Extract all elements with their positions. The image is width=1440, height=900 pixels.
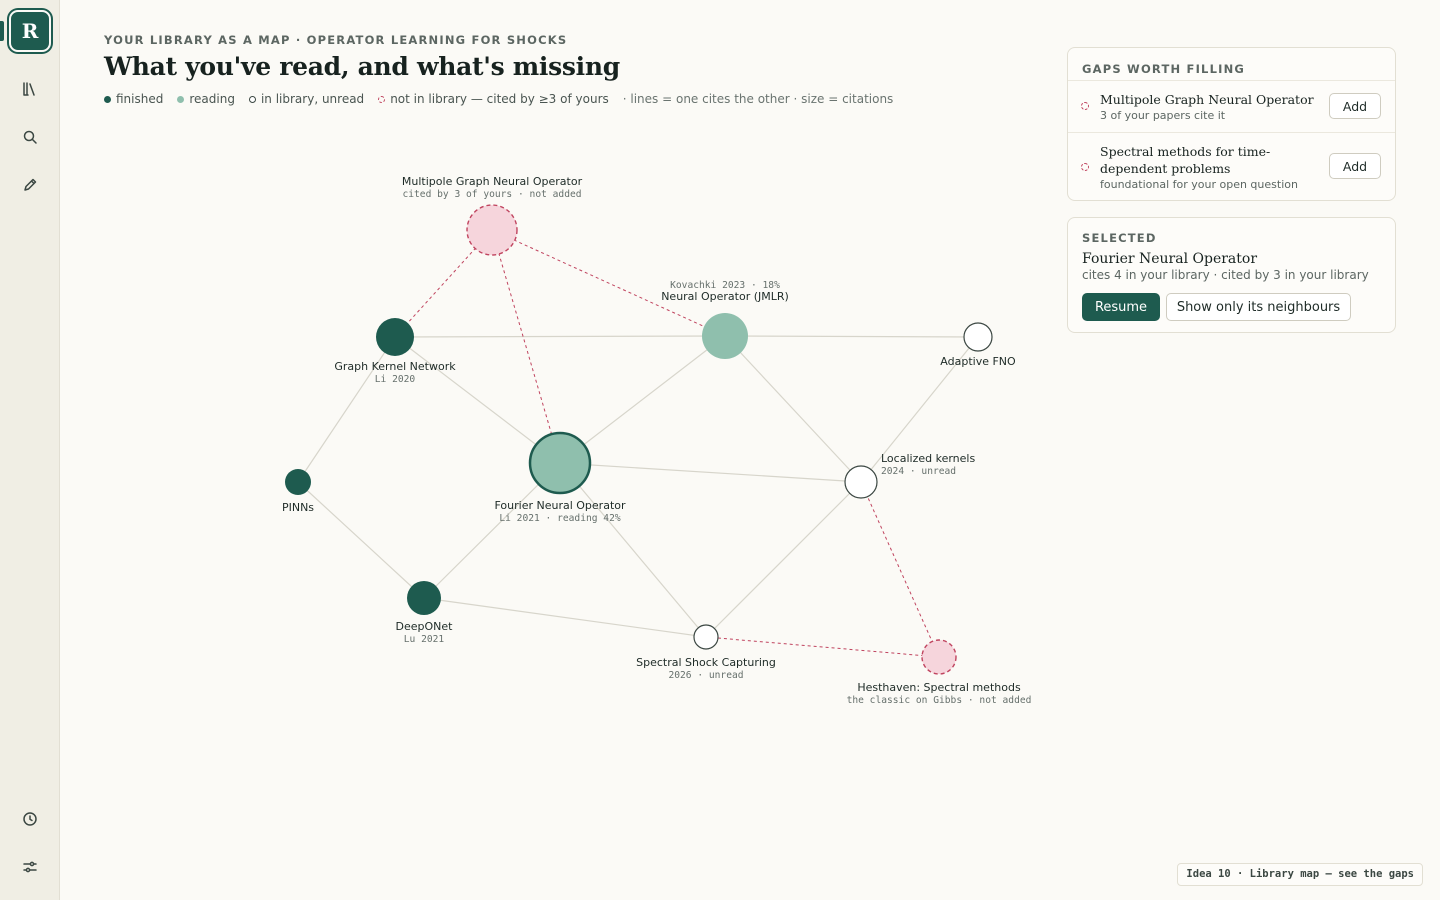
gaps-panel-title: GAPS WORTH FILLING [1082,62,1246,76]
selected-paper-stats: cites 4 in your library · cited by 3 in … [1082,268,1369,282]
idea-tag: Idea 10 · Library map — see the gaps [1177,863,1423,886]
node-meta: the classic on Gibbs · not added [846,694,1032,706]
graph-node-mgno[interactable] [466,204,518,256]
graph-node-deeponet[interactable] [407,581,441,615]
graph-node-ssc[interactable] [693,624,719,650]
selected-paper-name: Fourier Neural Operator [1082,251,1258,267]
graph-node-gkn[interactable] [376,318,414,356]
graph-node-lk[interactable] [844,465,878,499]
selected-panel: SELECTED Fourier Neural Operator cites 4… [1067,217,1396,333]
cite-edge-no-lk [724,335,862,483]
add-gap-button[interactable]: Add [1329,153,1381,179]
node-name: Adaptive FNO [940,355,1016,368]
node-name: Spectral Shock Capturing [636,656,776,669]
node-meta: 2024 · unread [881,465,957,477]
gaps-panel: GAPS WORTH FILLING Multipole Graph Neura… [1067,47,1396,201]
add-gap-button[interactable]: Add [1329,93,1381,119]
graph-nodes [285,204,993,675]
graph-node-label[interactable]: Multipole Graph Neural Operator cited by … [401,175,583,200]
node-name: Neural Operator (JMLR) [661,290,789,304]
gap-item-reason: foundational for your open question [1100,178,1298,191]
graph-node-label[interactable]: Adaptive FNO [940,355,1016,369]
library-graph: Multipole Graph Neural Operator cited by … [0,0,1060,900]
node-meta: cited by 3 of yours · not added [402,188,582,200]
missing-dashed-ring-icon [1081,163,1089,171]
graph-node-label[interactable]: Localized kernels 2024 · unread [881,452,976,477]
show-neighbours-button[interactable]: Show only its neighbours [1166,293,1351,321]
graph-canvas [285,204,993,675]
graph-node-no[interactable] [702,313,748,359]
graph-node-label[interactable]: Spectral Shock Capturing 2026 · unread [636,656,776,681]
cite-edge-fno-ssc [559,462,707,638]
cite-edge-lk-ssc [705,481,862,638]
gap-edge-lk-hest [860,481,940,658]
node-name: Fourier Neural Operator [494,499,626,512]
cite-edge-fno-lk [559,462,862,483]
node-name: DeepONet [395,620,453,633]
graph-node-label[interactable]: DeepONet Lu 2021 [395,620,453,645]
graph-node-label[interactable]: Fourier Neural Operator Li 2021 · reading… [494,499,626,524]
graph-node-pinns[interactable] [285,469,311,495]
cite-edge-no-afno [724,335,979,338]
node-meta: Li 2021 · reading 42% [499,512,621,524]
node-meta: Lu 2021 [403,633,445,645]
node-name: Multipole Graph Neural Operator [401,175,583,188]
graph-node-label[interactable]: Hesthaven: Spectral methods the classic o… [846,681,1032,706]
graph-node-label[interactable]: Graph Kernel Network Li 2020 [334,360,456,385]
graph-node-label[interactable]: Kovachki 2023 · 18% Neural Operator (JMLR… [661,280,789,304]
cite-edge-gkn-no [394,335,726,338]
gap-item-reason: 3 of your papers cite it [1100,109,1226,122]
graph-edges [297,229,979,658]
graph-node-label[interactable]: PINNs [281,501,315,515]
gap-item: Spectral methods for time-dependent prob… [1068,132,1395,201]
node-meta: Li 2020 [374,373,416,385]
gap-item-name: Multipole Graph Neural Operator [1100,92,1314,107]
gap-item: Multipole Graph Neural Operator 3 of you… [1068,80,1395,132]
gap-edge-ssc-hest [705,636,940,658]
graph-node-hest[interactable] [921,639,957,675]
cite-edge-pinns-deeponet [297,481,425,599]
gap-edge-mgno-fno [491,229,561,464]
gap-item-name: Spectral methods for time-dependent prob… [1100,144,1271,176]
node-name: Hesthaven: Spectral methods [857,681,1021,694]
node-name: Graph Kernel Network [334,360,456,373]
resume-button[interactable]: Resume [1082,293,1160,321]
graph-node-fno[interactable] [528,431,592,495]
node-name: PINNs [281,501,315,514]
node-meta: 2026 · unread [668,669,744,681]
cite-edge-deeponet-ssc [423,597,707,638]
selected-panel-title: SELECTED [1082,231,1157,245]
node-name: Localized kernels [881,452,976,465]
graph-node-afno[interactable] [963,322,993,352]
missing-dashed-ring-icon [1081,102,1089,110]
cite-edge-gkn-pinns [297,336,396,483]
